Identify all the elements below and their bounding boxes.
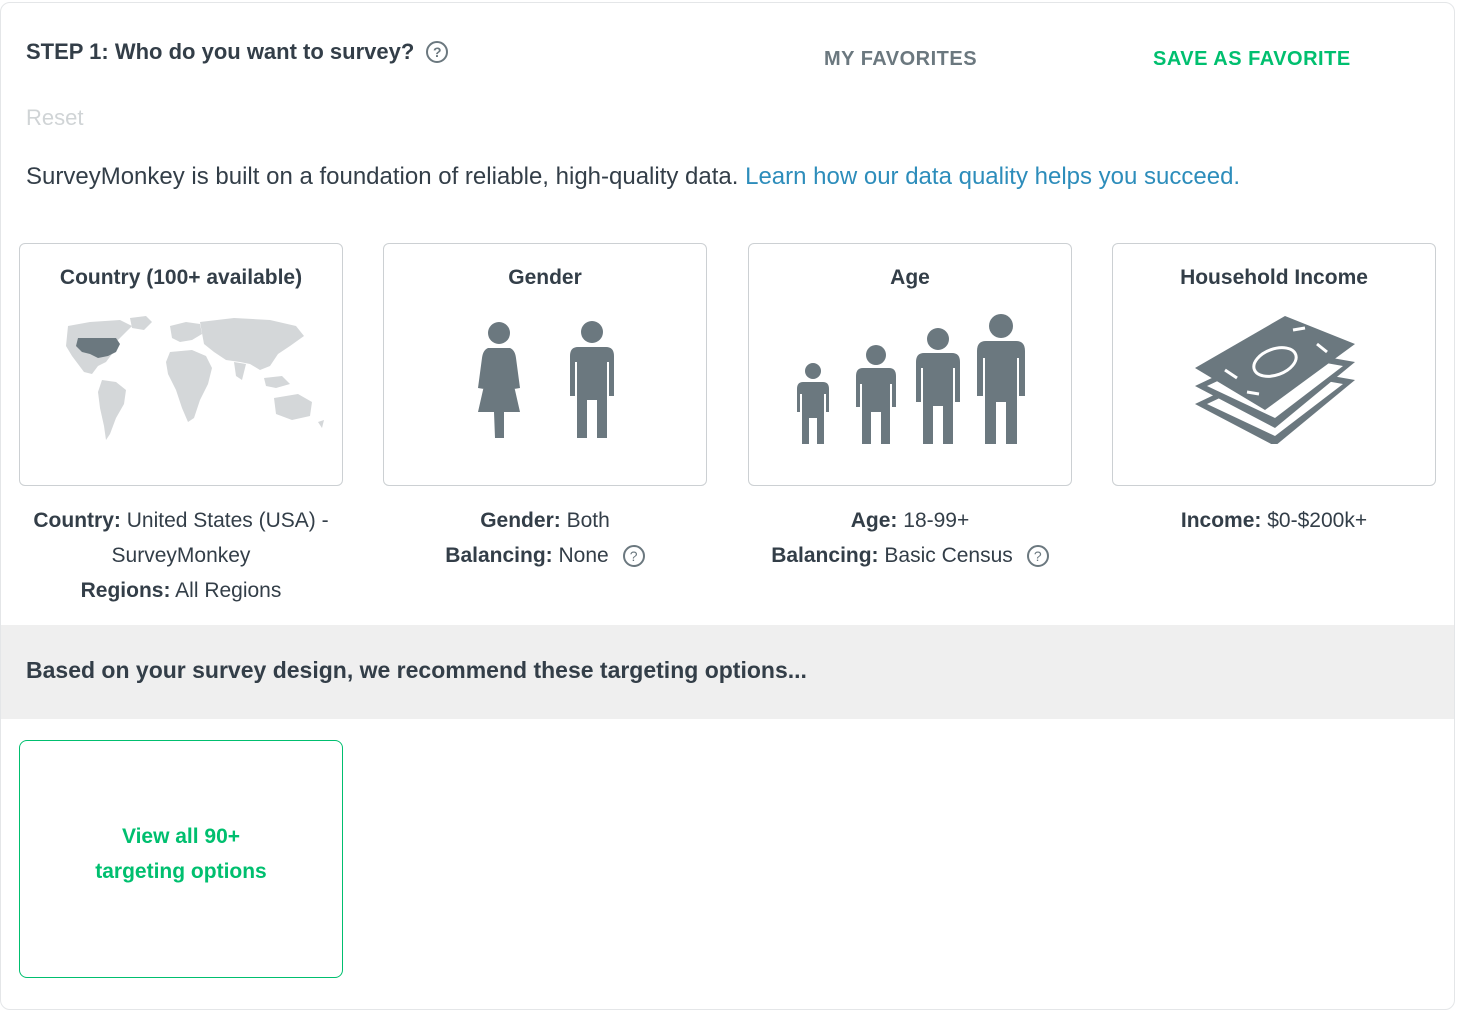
targeting-panel: STEP 1: Who do you want to survey? ? MY … xyxy=(0,2,1455,1010)
intro-text: SurveyMonkey is built on a foundation of… xyxy=(26,163,1240,191)
reset-link[interactable]: Reset xyxy=(26,105,83,131)
age-group-icon xyxy=(797,314,1025,444)
country-card-title: Country (100+ available) xyxy=(59,266,303,289)
age-summary: Age: 18-99+ Balancing: Basic Census? xyxy=(748,503,1072,573)
country-summary-line: SurveyMonkey xyxy=(111,544,251,567)
view-all-targeting-button[interactable]: View all 90+ targeting options xyxy=(19,740,343,978)
world-map-icon xyxy=(66,316,324,440)
income-summary-line: Income: $0-$200k+ xyxy=(1180,509,1368,532)
gender-card[interactable]: Gender xyxy=(383,243,707,486)
page-title: STEP 1: Who do you want to survey? xyxy=(26,39,415,64)
gender-card-title: Gender xyxy=(508,266,582,289)
question-circle-icon[interactable]: ? xyxy=(1026,545,1049,568)
money-stack-icon xyxy=(1195,316,1355,444)
age-balancing-line: Balancing: Basic Census? xyxy=(748,538,1072,573)
question-circle-icon[interactable]: ? xyxy=(426,41,449,63)
intro-description: SurveyMonkey is built on a foundation of… xyxy=(26,163,739,190)
gender-balancing-line: Balancing: None? xyxy=(383,538,707,573)
question-circle-icon[interactable]: ? xyxy=(622,545,645,568)
data-quality-link[interactable]: Learn how our data quality helps you suc… xyxy=(745,163,1240,190)
gender-summary: Gender: Both Balancing: None? xyxy=(383,503,707,573)
my-favorites-button[interactable]: MY FAVORITES xyxy=(824,48,977,71)
step-header: STEP 1: Who do you want to survey? ? xyxy=(26,39,449,65)
recommendation-band: Based on your survey design, we recommen… xyxy=(1,625,1454,719)
gender-icon xyxy=(478,321,614,438)
age-summary-line: Age: 18-99+ xyxy=(850,509,970,532)
save-as-favorite-button[interactable]: SAVE AS FAVORITE xyxy=(1153,48,1351,71)
gender-summary-line: Gender: Both xyxy=(480,509,610,532)
country-summary: Country: United States (USA) - SurveyMon… xyxy=(19,503,343,608)
age-card-title: Age xyxy=(890,266,930,289)
country-summary-line: Country: United States (USA) - xyxy=(33,509,329,532)
country-card[interactable]: Country (100+ available) xyxy=(19,243,343,486)
view-all-label: View all 90+ targeting options xyxy=(95,825,267,883)
income-summary: Income: $0-$200k+ xyxy=(1112,503,1436,538)
regions-summary-line: Regions: All Regions xyxy=(80,579,282,602)
income-card-title: Household Income xyxy=(1180,266,1368,289)
age-card[interactable]: Age xyxy=(748,243,1072,486)
recommendation-text: Based on your survey design, we recommen… xyxy=(26,657,807,683)
household-income-card[interactable]: Household Income xyxy=(1112,243,1436,486)
